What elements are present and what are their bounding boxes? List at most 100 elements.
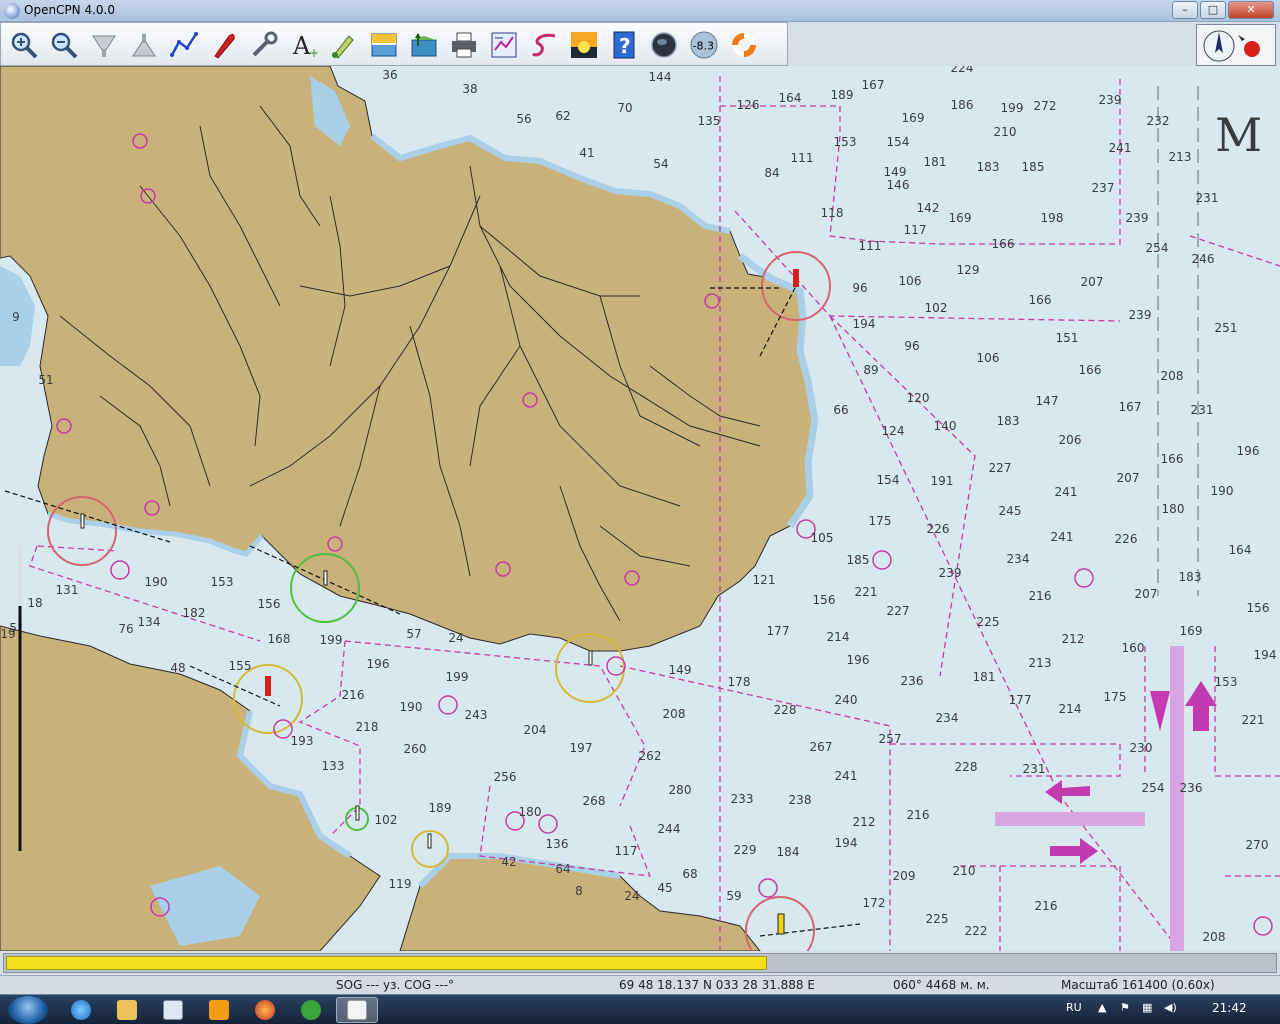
scale-in-button[interactable]	[87, 28, 121, 62]
depth-sounding: 209	[893, 869, 916, 883]
lighthouse-yellow-icon	[777, 913, 785, 935]
depth-sounding: 189	[831, 88, 854, 102]
depth-sounding: 240	[835, 693, 858, 707]
taskbar-file-explorer[interactable]	[106, 997, 148, 1023]
tray-flag-icon[interactable]: ⚑	[1120, 1001, 1130, 1014]
taskbar-notepad[interactable]	[152, 997, 194, 1023]
compass-widget[interactable]	[1196, 24, 1276, 66]
depth-sounding: 268	[583, 794, 606, 808]
depth-sounding: 155	[229, 659, 252, 673]
current-tide-button[interactable]	[327, 28, 361, 62]
options-button[interactable]	[247, 28, 281, 62]
depth-sounding: 185	[1022, 160, 1045, 174]
help-button[interactable]: ?	[607, 28, 641, 62]
depth-sounding: 191	[931, 474, 954, 488]
depth-sounding: 89	[863, 363, 878, 377]
opencpn-app-icon	[4, 3, 20, 19]
depth-sounding: 96	[852, 281, 867, 295]
close-button[interactable]: ✕	[1228, 1, 1274, 19]
text-button[interactable]: A +	[287, 28, 321, 62]
start-button[interactable]	[8, 996, 48, 1024]
depth-sounding: 169	[1180, 624, 1203, 638]
print-button[interactable]	[447, 28, 481, 62]
depth-sounding: 243	[465, 708, 488, 722]
taskbar-opencpn[interactable]	[336, 997, 378, 1023]
depth-sounding: 153	[1215, 675, 1238, 689]
depth-sounding: 227	[989, 461, 1012, 475]
media-player-icon	[209, 1000, 229, 1020]
depth-sounding: 212	[853, 815, 876, 829]
color-scheme-button[interactable]	[567, 28, 601, 62]
depth-sounding: 185	[847, 553, 870, 567]
globe-icon	[651, 32, 677, 58]
funnel-up-icon	[132, 34, 156, 57]
minimize-button[interactable]: –	[1172, 1, 1198, 19]
route-manager-button[interactable]	[487, 28, 521, 62]
depth-sounding: 111	[859, 239, 882, 253]
status-bar: SOG --- уз. COG ---° 69 48 18.137 N 033 …	[0, 975, 1280, 994]
depth-sounding: 167	[862, 78, 885, 92]
depth-sounding: 226	[927, 522, 950, 536]
taskbar-media-player[interactable]	[198, 997, 240, 1023]
title-bar: OpenCPN 4.0.0 – □ ✕	[0, 0, 1280, 22]
language-indicator[interactable]: RU	[1066, 1001, 1082, 1014]
depth-sounding: 153	[834, 135, 857, 149]
help-icon: ?	[613, 31, 635, 59]
scale-out-button[interactable]	[127, 28, 161, 62]
depth-sounding: 227	[887, 604, 910, 618]
earth-button[interactable]	[647, 28, 681, 62]
depth-sounding: 190	[145, 575, 168, 589]
depth-sounding: 208	[1161, 369, 1184, 383]
depth-sounding: 126	[737, 98, 760, 112]
maximize-button[interactable]: □	[1200, 1, 1226, 19]
zoom-out-button[interactable]	[47, 28, 81, 62]
depth-sounding: 198	[1041, 211, 1064, 225]
magvar-button[interactable]: -8.3	[687, 28, 721, 62]
track-button[interactable]	[527, 28, 561, 62]
clock[interactable]: 21:42	[1212, 1001, 1247, 1015]
depth-sounding: 172	[863, 896, 886, 910]
depth-sounding: 257	[879, 732, 902, 746]
depth-sounding: 18	[27, 596, 42, 610]
depth-sounding: 175	[869, 514, 892, 528]
window-title: OpenCPN 4.0.0	[24, 3, 115, 17]
depth-sounding: 57	[406, 627, 421, 641]
taskbar-firefox[interactable]	[244, 997, 286, 1023]
text-a-icon: A+	[292, 32, 319, 60]
auto-follow-button[interactable]	[207, 28, 241, 62]
route-manager-icon	[491, 32, 517, 58]
depth-sounding: 245	[999, 504, 1022, 518]
depth-sounding: 239	[1126, 211, 1149, 225]
depth-sounding: 256	[494, 770, 517, 784]
opencpn-icon	[347, 1000, 367, 1020]
funnel-down-icon	[92, 35, 116, 57]
route-button[interactable]	[167, 28, 201, 62]
tray-volume-icon[interactable]: ◀)	[1164, 1001, 1177, 1014]
tides-button[interactable]	[367, 28, 401, 62]
depth-sounding: 241	[1055, 485, 1078, 499]
light-beacon-icon-3	[588, 650, 593, 666]
depth-sounding: 194	[1254, 648, 1277, 662]
depth-sounding: 147	[1036, 394, 1059, 408]
depth-sounding: 224	[951, 66, 974, 75]
tray-network-icon[interactable]: ▦	[1142, 1001, 1152, 1014]
magnifier-plus-icon	[11, 32, 38, 59]
currents-button[interactable]	[407, 28, 441, 62]
depth-sounding: 218	[356, 720, 379, 734]
depth-sounding: 267	[810, 740, 833, 754]
tray-expand-icon[interactable]: ▲	[1098, 1001, 1106, 1014]
depth-sounding: 177	[1009, 693, 1032, 707]
depth-sounding: 117	[904, 223, 927, 237]
depth-sounding: 151	[1056, 331, 1079, 345]
taskbar-utorrent[interactable]	[290, 997, 332, 1023]
bearing-distance-readout: 060° 4468 м. м.	[893, 978, 990, 992]
chart-canvas[interactable]: 1421752292241857516718918619927223916412…	[0, 66, 1280, 951]
taskbar-internet-explorer[interactable]	[60, 997, 102, 1023]
nautical-chart[interactable]: 1421752292241857516718918619927223916412…	[0, 66, 1280, 951]
depth-sounding: 228	[774, 703, 797, 717]
zoom-in-button[interactable]	[7, 28, 41, 62]
mob-button[interactable]	[727, 28, 761, 62]
depth-sounding: 204	[524, 723, 547, 737]
depth-sounding: 213	[1029, 656, 1052, 670]
depth-sounding: 182	[183, 606, 206, 620]
